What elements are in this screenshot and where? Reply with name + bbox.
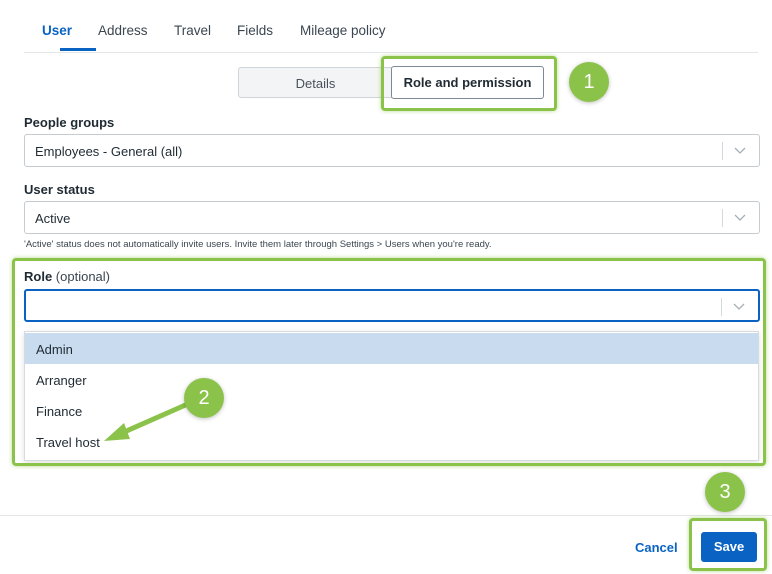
cancel-button[interactable]: Cancel — [635, 540, 678, 555]
annotation-badge-3: 3 — [705, 472, 745, 512]
select-separator — [722, 142, 723, 160]
user-status-hint: 'Active' status does not automatically i… — [24, 239, 492, 250]
people-groups-label: People groups — [24, 115, 115, 130]
user-status-value: Active — [35, 211, 71, 226]
chevron-down-icon — [734, 214, 746, 221]
chevron-down-icon — [734, 147, 746, 154]
people-groups-value: Employees - General (all) — [35, 144, 183, 159]
user-status-select[interactable]: Active — [24, 201, 760, 234]
annotation-badge-2: 2 — [184, 378, 224, 418]
tab-address[interactable]: Address — [98, 23, 148, 38]
people-groups-select[interactable]: Employees - General (all) — [24, 134, 760, 167]
annotation-badge-1: 1 — [569, 62, 609, 102]
tab-bar: User Address Travel Fields Mileage polic… — [24, 0, 758, 53]
annotation-highlight-save — [689, 518, 767, 571]
active-tab-indicator — [60, 48, 96, 51]
select-separator — [722, 209, 723, 227]
annotation-highlight-role-tab — [381, 56, 557, 111]
user-status-label: User status — [24, 182, 95, 197]
footer-divider — [0, 515, 772, 516]
tab-mileage-policy[interactable]: Mileage policy — [300, 23, 386, 38]
tab-travel[interactable]: Travel — [174, 23, 211, 38]
details-segment-button[interactable]: Details — [238, 67, 393, 98]
tab-fields[interactable]: Fields — [237, 23, 273, 38]
tab-user[interactable]: User — [42, 23, 72, 38]
